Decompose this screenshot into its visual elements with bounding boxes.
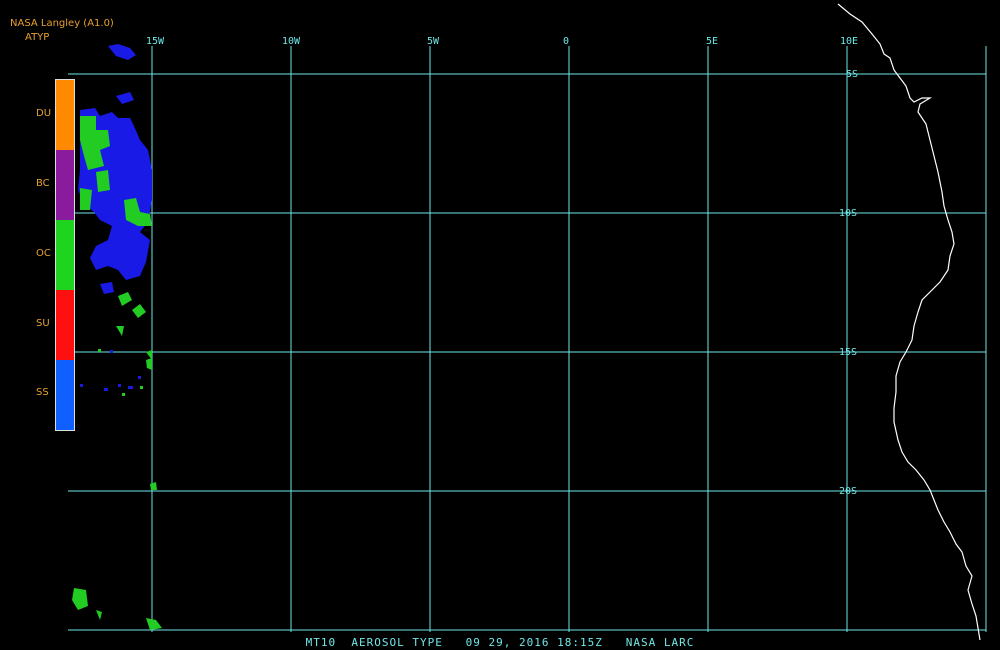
coastline [837,3,981,641]
lon-label-0: 0 [563,36,569,47]
lat-label-20s: 20S [839,486,857,497]
aerosol-scattered-pixels [80,350,141,391]
legend-label-du: DU [36,108,52,119]
legend-label-oc: OC [36,248,51,259]
legend-label-bc: BC [36,178,50,189]
lat-label-10s: 10S [839,208,857,219]
lon-label-15w: 15W [146,36,165,47]
legend-label-ss: SS [36,387,49,398]
lon-label-10e: 10E [840,36,858,47]
legend-swatch-bc [56,150,74,220]
map-caption: MT10 AEROSOL TYPE 09 29, 2016 18:15Z NAS… [305,636,695,649]
lat-label-15s: 15S [839,347,857,358]
lat-label-5s: 5S [846,69,858,80]
legend-label-su: SU [36,318,50,329]
lon-label-5e: 5E [706,36,718,47]
lon-label-10w: 10W [282,36,301,47]
product-label: ATYP [25,32,50,43]
color-legend [55,79,75,431]
aerosol-map: 15W 10W 5W 0 5E 10E 5S 10S 15S 20S [68,3,987,641]
legend-swatch-oc [56,220,74,290]
lon-label-5w: 5W [427,36,440,47]
legend-swatch-ss [56,360,74,430]
legend-swatch-su [56,290,74,360]
source-label: NASA Langley (A1.0) [10,18,114,29]
lat-lon-grid [68,46,987,632]
legend-swatch-du [56,80,74,150]
